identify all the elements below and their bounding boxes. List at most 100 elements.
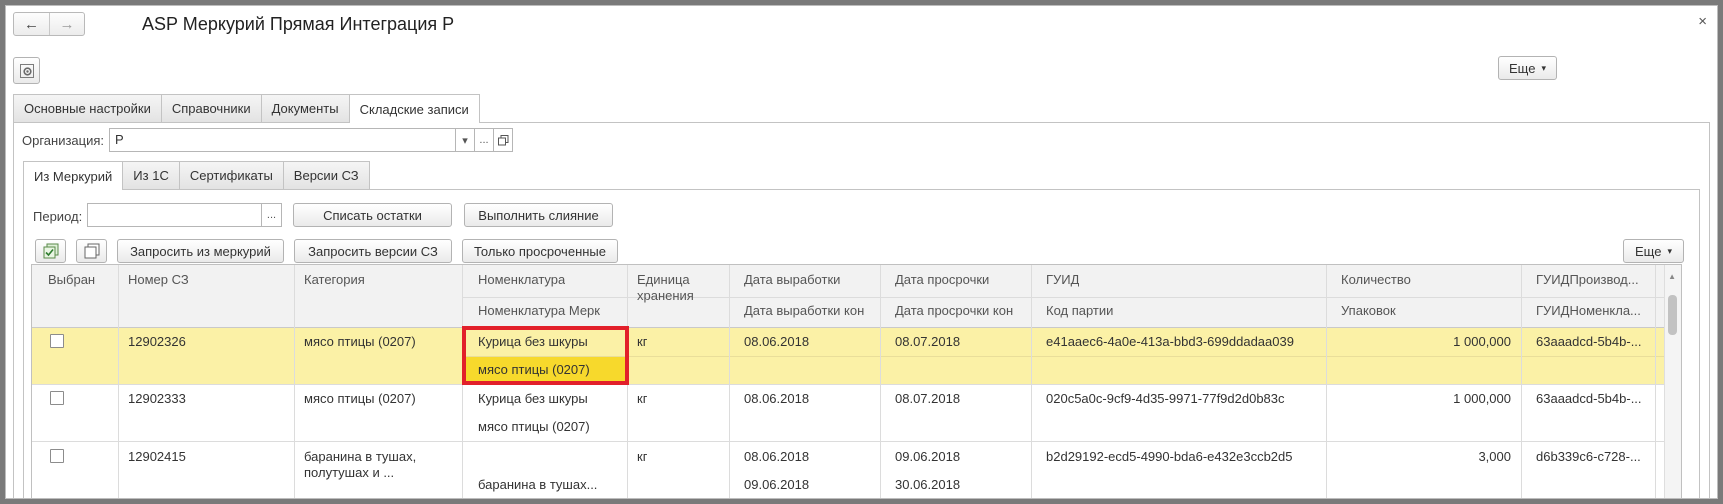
sz-number-cell: 12902326	[128, 334, 186, 349]
scroll-up-icon[interactable]: ▲	[1668, 272, 1676, 281]
uncheck-all-icon	[84, 243, 99, 259]
prod-date-cell: 08.06.2018	[744, 334, 810, 349]
row-checkbox[interactable]	[50, 334, 64, 348]
tab-from-mercury[interactable]: Из Меркурий	[23, 161, 124, 190]
col-line	[880, 265, 881, 498]
grid-scrollbar[interactable]: ▲	[1664, 265, 1681, 498]
col-line	[1521, 265, 1522, 498]
row-subdivider	[462, 356, 1666, 357]
quantity-cell: 1 000,000	[1453, 334, 1511, 349]
col-line	[294, 265, 295, 498]
settings-gear-icon[interactable]	[13, 57, 40, 84]
merge-button[interactable]: Выполнить слияние	[464, 203, 613, 227]
more-menu-label: Еще	[1509, 60, 1536, 76]
col-line	[1655, 265, 1656, 498]
exp-date-end-cell: 30.06.2018	[895, 477, 961, 492]
header-batch-code[interactable]: Код партии	[1046, 303, 1113, 318]
header-quantity[interactable]: Количество	[1341, 272, 1411, 287]
highlight-box	[462, 326, 629, 385]
header-nomenclature[interactable]: Номенклатура	[478, 272, 565, 287]
category-cell-line2: полутушах и ...	[304, 465, 395, 480]
nomenclature-merc-cell: баранина в тушах...	[478, 477, 598, 492]
sz-number-cell: 12902415	[128, 449, 186, 464]
scroll-thumb[interactable]	[1668, 295, 1677, 335]
organization-label: Организация:	[22, 133, 105, 148]
tab-documents[interactable]: Документы	[260, 94, 350, 122]
unit-cell: кг	[637, 391, 648, 406]
guid-producer-cell: d6b339c6-c728-...	[1536, 449, 1641, 464]
exp-date-cell: 08.07.2018	[895, 391, 961, 406]
more-menu-button[interactable]: Еще ▾	[1498, 56, 1557, 80]
col-line	[1326, 265, 1327, 498]
gear-icon	[19, 63, 34, 78]
tab-from-1c[interactable]: Из 1С	[122, 161, 180, 189]
header-guid[interactable]: ГУИД	[1046, 272, 1079, 287]
exp-date-cell: 08.07.2018	[895, 334, 961, 349]
tab-warehouse-records[interactable]: Складские записи	[348, 94, 480, 123]
request-sz-versions-button[interactable]: Запросить версии СЗ	[294, 239, 452, 263]
organization-select-button[interactable]: ...	[474, 128, 494, 152]
grid-more-button[interactable]: Еще ▾	[1623, 239, 1684, 263]
header-exp-date-end[interactable]: Дата просрочки кон	[895, 303, 1013, 318]
prod-date-end-cell: 09.06.2018	[744, 477, 810, 492]
row-checkbox[interactable]	[50, 449, 64, 463]
period-input[interactable]	[87, 203, 262, 227]
grid-more-label: Еще	[1635, 243, 1662, 259]
period-select-button[interactable]: ...	[261, 203, 282, 227]
quantity-cell: 1 000,000	[1453, 391, 1511, 406]
check-all-icon	[43, 243, 58, 259]
header-nomenclature-merc[interactable]: Номенклатура Мерк	[478, 303, 600, 318]
forward-icon[interactable]: →	[49, 13, 84, 35]
header-prod-date-end[interactable]: Дата выработки кон	[744, 303, 864, 318]
uncheck-all-button[interactable]	[76, 239, 107, 263]
header-packages[interactable]: Упаковок	[1341, 303, 1396, 318]
organization-dropdown-icon[interactable]: ▾	[455, 128, 475, 152]
header-sz-number[interactable]: Номер СЗ	[128, 272, 189, 287]
tab-main-settings[interactable]: Основные настройки	[13, 94, 162, 122]
check-all-button[interactable]	[35, 239, 66, 263]
nomenclature-merc-cell: мясо птицы (0207)	[478, 419, 590, 434]
guid-producer-cell: 63aaadcd-5b4b-...	[1536, 391, 1642, 406]
header-guid-producer[interactable]: ГУИДПроизвод...	[1536, 272, 1652, 287]
exp-date-cell: 09.06.2018	[895, 449, 961, 464]
only-expired-button[interactable]: Только просроченные	[462, 239, 618, 263]
tab-directories[interactable]: Справочники	[160, 94, 262, 122]
period-label: Период:	[33, 209, 83, 224]
write-off-button[interactable]: Списать остатки	[293, 203, 452, 227]
header-prod-date[interactable]: Дата выработки	[744, 272, 840, 287]
navigation-buttons: ← →	[13, 12, 85, 36]
header-category[interactable]: Категория	[304, 272, 365, 287]
category-cell-line1: баранина в тушах,	[304, 449, 417, 464]
prod-date-cell: 08.06.2018	[744, 449, 810, 464]
guid-cell: e41aaec6-4a0e-413a-bbd3-699ddadaa039	[1046, 334, 1294, 349]
tab-certificates[interactable]: Сертификаты	[178, 161, 284, 189]
tab-sz-versions[interactable]: Версии СЗ	[282, 161, 370, 189]
organization-input[interactable]: Р	[109, 128, 456, 152]
warehouse-records-grid: Выбран Номер СЗ Категория Номенклатура Н…	[31, 264, 1682, 498]
row-divider	[32, 384, 1666, 385]
col-line	[118, 265, 119, 498]
window-title: ASP Меркурий Прямая Интеграция Р	[142, 14, 455, 34]
guid-producer-cell: 63aaadcd-5b4b-...	[1536, 334, 1642, 349]
close-icon[interactable]: ×	[1698, 13, 1707, 30]
header-selected[interactable]: Выбран	[48, 272, 95, 287]
unit-cell: кг	[637, 449, 648, 464]
request-from-mercury-button[interactable]: Запросить из меркурий	[117, 239, 284, 263]
organization-open-icon[interactable]	[493, 128, 513, 152]
guid-cell: b2d29192-ecd5-4990-bda6-e432e3ccb2d5	[1046, 449, 1293, 464]
category-cell: мясо птицы (0207)	[304, 391, 416, 406]
main-tabs: Основные настройки Справочники Документы…	[13, 94, 480, 123]
nomenclature-cell: Курица без шкуры	[478, 391, 588, 406]
back-icon[interactable]: ←	[14, 13, 49, 35]
row-checkbox[interactable]	[50, 391, 64, 405]
caret-down-icon: ▾	[1541, 62, 1546, 73]
header-unit[interactable]: Единица хранения	[637, 272, 717, 304]
header-guid-nomenclature[interactable]: ГУИДНоменкла...	[1536, 303, 1652, 318]
unit-cell: кг	[637, 334, 648, 349]
guid-cell: 020c5a0c-9cf9-4d35-9971-77f9d2d0b83c	[1046, 391, 1285, 406]
header-exp-date[interactable]: Дата просрочки	[895, 272, 989, 287]
col-line	[1031, 265, 1032, 498]
category-cell: мясо птицы (0207)	[304, 334, 416, 349]
caret-down-icon: ▾	[1667, 245, 1672, 256]
sz-number-cell: 12902333	[128, 391, 186, 406]
